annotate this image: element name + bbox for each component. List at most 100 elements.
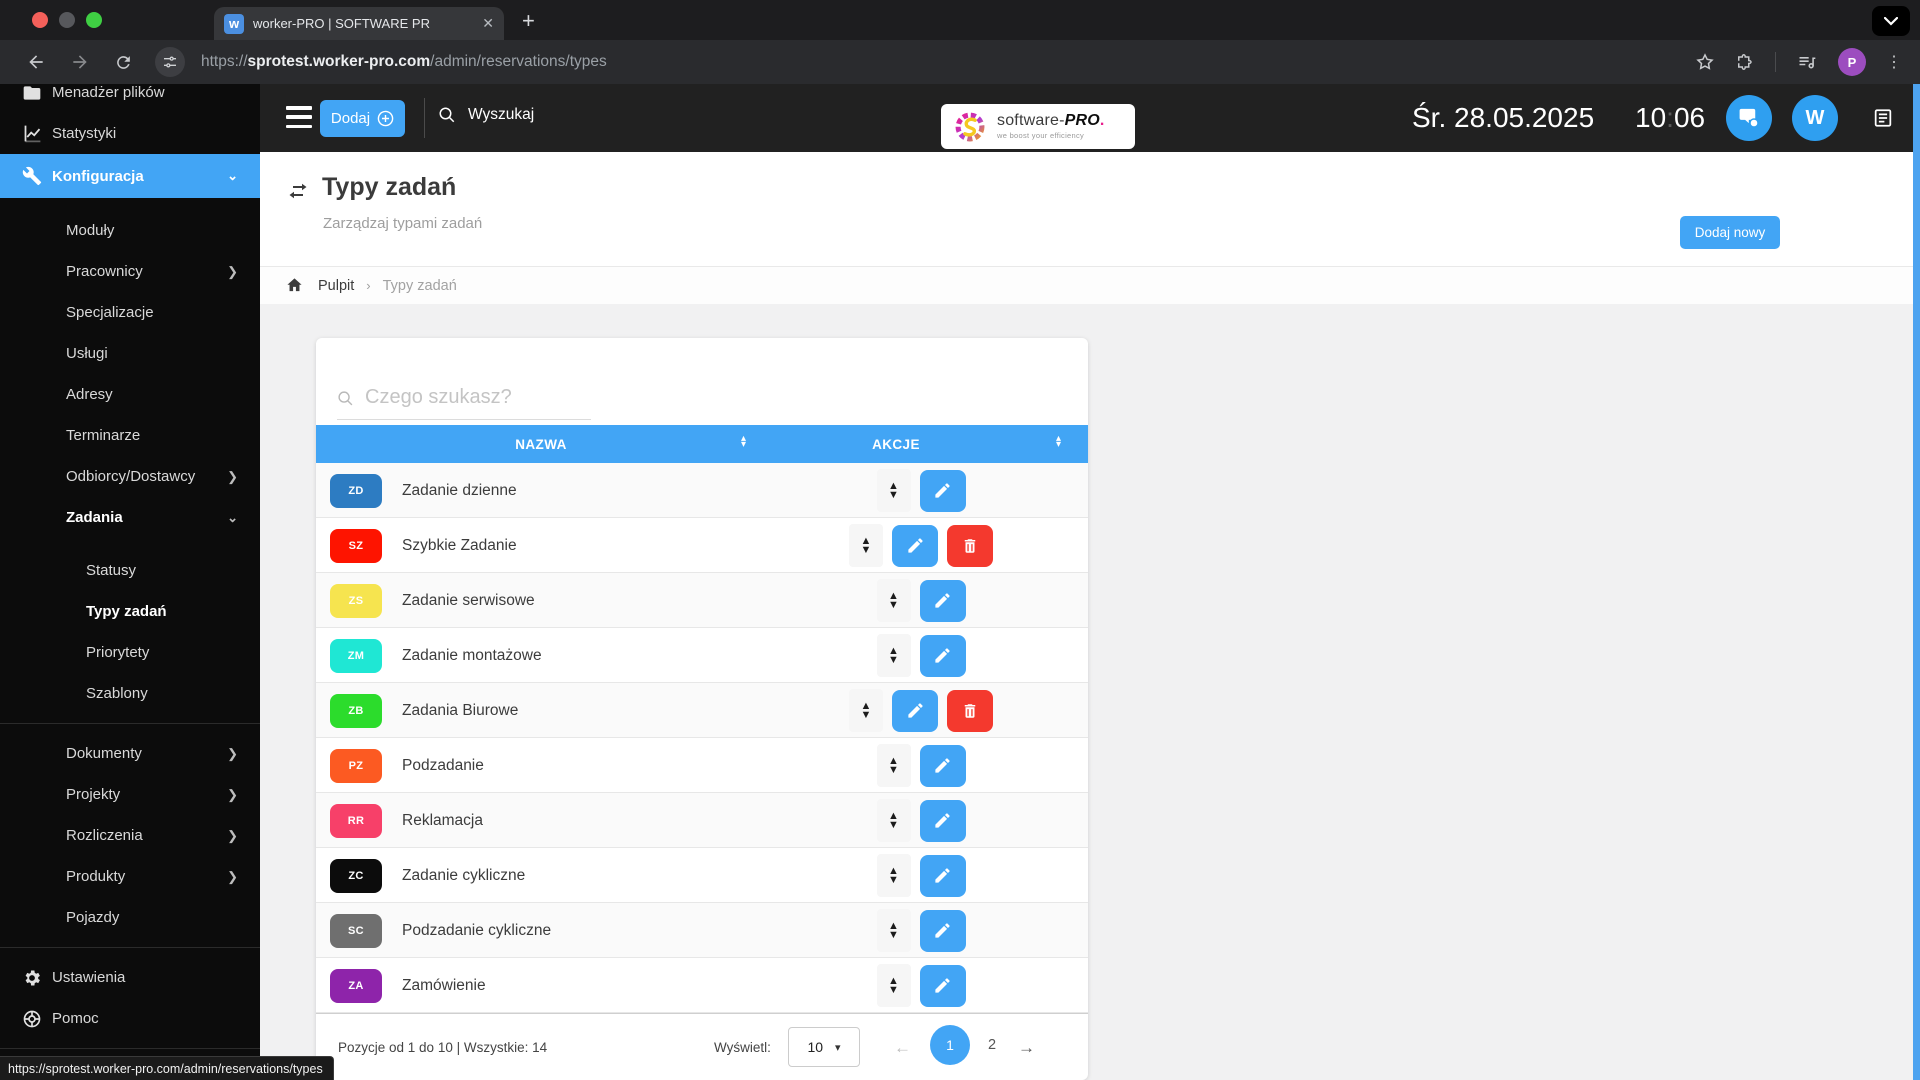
task-type-name: Zadanie montażowe bbox=[402, 647, 542, 664]
search-icon bbox=[337, 390, 354, 407]
sidebar-item-adresy[interactable]: Adresy bbox=[0, 374, 260, 415]
sidebar-item-produkty[interactable]: Produkty ❯ bbox=[0, 856, 260, 897]
hamburger-menu-icon[interactable] bbox=[286, 106, 312, 128]
window-minimize-button[interactable] bbox=[59, 12, 75, 28]
bookmark-star-icon[interactable] bbox=[1695, 52, 1715, 72]
edit-button[interactable] bbox=[919, 744, 966, 787]
back-icon[interactable] bbox=[26, 52, 46, 72]
page-scrollbar[interactable] bbox=[1913, 84, 1920, 1080]
sidebar-item-dokumenty[interactable]: Dokumenty ❯ bbox=[0, 733, 260, 774]
browser-menu-kebab-icon[interactable]: ⋮ bbox=[1886, 52, 1902, 72]
sidebar-item-odbiorcy-dostawcy[interactable]: Odbiorcy/Dostawcy ❯ bbox=[0, 456, 260, 497]
sort-icon[interactable]: ▴ ▾ bbox=[741, 434, 746, 449]
home-icon[interactable] bbox=[285, 277, 304, 294]
sidebar-item-statusy[interactable]: Statusy bbox=[0, 550, 260, 591]
sidebar-item-specjalizacje[interactable]: Specjalizacje bbox=[0, 292, 260, 333]
url-text[interactable]: https://sprotest.worker-pro.com/admin/re… bbox=[201, 53, 607, 71]
edit-button[interactable] bbox=[919, 964, 966, 1007]
tab-close-icon[interactable]: ✕ bbox=[482, 15, 494, 32]
edit-button[interactable] bbox=[919, 634, 966, 677]
sidebar-item-priorytety[interactable]: Priorytety bbox=[0, 632, 260, 673]
chevron-right-icon: ❯ bbox=[227, 868, 238, 884]
media-queue-icon[interactable] bbox=[1796, 52, 1818, 72]
sidebar-item-statystyki[interactable]: Statystyki bbox=[0, 113, 260, 154]
pagination-next-icon[interactable]: → bbox=[1018, 1038, 1035, 1058]
site-info-icon[interactable] bbox=[155, 47, 185, 77]
window-zoom-button[interactable] bbox=[86, 12, 102, 28]
page-size-label: Wyświetl: bbox=[714, 1040, 771, 1055]
reorder-stepper[interactable]: ▲ ▼ bbox=[876, 964, 911, 1007]
delete-button[interactable] bbox=[947, 524, 993, 567]
sidebar-divider bbox=[0, 947, 260, 948]
edit-button[interactable] bbox=[892, 689, 938, 732]
sidebar-item-rozliczenia[interactable]: Rozliczenia ❯ bbox=[0, 815, 260, 856]
sidebar-item-moduly[interactable]: Moduły bbox=[0, 210, 260, 251]
edit-button[interactable] bbox=[919, 854, 966, 897]
edit-button[interactable] bbox=[919, 909, 966, 952]
reorder-stepper[interactable]: ▲ ▼ bbox=[849, 524, 883, 567]
task-type-badge: ZS bbox=[330, 584, 382, 618]
reorder-stepper[interactable]: ▲ ▼ bbox=[876, 634, 911, 677]
pagination-prev-icon[interactable]: ← bbox=[894, 1038, 911, 1058]
sidebar-item-label: Konfiguracja bbox=[52, 167, 144, 185]
row-actions: ▲ ▼ bbox=[821, 744, 1021, 787]
user-avatar[interactable]: W bbox=[1792, 95, 1838, 141]
table-body: ZD Zadanie dzienne ▲ ▼ SZ Szybkie Zadanie ▲ ▼ ZS… bbox=[316, 463, 1088, 1013]
tab-overflow-chevron-icon[interactable] bbox=[1872, 6, 1910, 36]
pagination-page-1[interactable]: 1 bbox=[930, 1025, 970, 1065]
sidebar-item-typy-zadan[interactable]: Typy zadań bbox=[0, 591, 260, 632]
page-size-select[interactable]: 10 ▾ bbox=[788, 1027, 860, 1067]
extensions-icon[interactable] bbox=[1735, 52, 1755, 72]
global-search[interactable]: Wyszukaj bbox=[438, 106, 534, 124]
reload-icon[interactable] bbox=[114, 53, 133, 72]
chat-bubbles-icon bbox=[1739, 108, 1759, 128]
sidebar-item-szablony[interactable]: Szablony bbox=[0, 673, 260, 714]
table-search-input[interactable] bbox=[337, 386, 591, 420]
new-tab-button[interactable]: + bbox=[522, 8, 535, 34]
table-row: ZA Zamówienie ▲ ▼ bbox=[316, 958, 1088, 1013]
wrench-icon bbox=[22, 165, 44, 187]
breadcrumb-home-link[interactable]: Pulpit bbox=[318, 278, 354, 294]
table-row: ZB Zadania Biurowe ▲ ▼ bbox=[316, 683, 1088, 738]
sidebar-item-pojazdy[interactable]: Pojazdy bbox=[0, 897, 260, 938]
sidebar-item-label: Odbiorcy/Dostawcy bbox=[66, 468, 196, 485]
window-close-button[interactable] bbox=[32, 12, 48, 28]
sidebar-item-ustawienia[interactable]: Ustawienia bbox=[0, 957, 260, 998]
sidebar-item-pracownicy[interactable]: Pracownicy ❯ bbox=[0, 251, 260, 292]
screen: w worker-PRO | SOFTWARE PR ✕ + https://s… bbox=[0, 0, 1920, 1080]
folder-icon bbox=[22, 84, 44, 104]
add-button[interactable]: Dodaj bbox=[320, 100, 405, 137]
column-header-name[interactable]: NAZWA bbox=[316, 437, 766, 452]
sidebar-item-zadania[interactable]: Zadania ⌄ bbox=[0, 497, 260, 538]
sidebar-item-konfiguracja[interactable]: Konfiguracja ⌄ bbox=[0, 154, 260, 198]
edit-button[interactable] bbox=[919, 799, 966, 842]
task-type-badge: RR bbox=[330, 804, 382, 838]
forward-icon[interactable] bbox=[70, 52, 90, 72]
chat-button[interactable] bbox=[1726, 95, 1772, 141]
browser-profile-avatar[interactable]: P bbox=[1838, 48, 1866, 76]
reorder-stepper[interactable]: ▲ ▼ bbox=[876, 909, 911, 952]
sort-icon[interactable]: ▴ ▾ bbox=[1056, 434, 1061, 449]
reorder-stepper[interactable]: ▲ ▼ bbox=[876, 469, 911, 512]
browser-tab[interactable]: w worker-PRO | SOFTWARE PR ✕ bbox=[214, 7, 504, 40]
column-header-actions[interactable]: AKCJE bbox=[766, 437, 1026, 452]
reorder-stepper[interactable]: ▲ ▼ bbox=[849, 689, 883, 732]
reorder-stepper[interactable]: ▲ ▼ bbox=[876, 854, 911, 897]
panel-list-icon[interactable] bbox=[1872, 107, 1894, 129]
sidebar-item-menadzer-plikow[interactable]: Menadżer plików bbox=[0, 84, 260, 113]
header-date: Śr. 28.05.2025 bbox=[1412, 102, 1595, 133]
reorder-stepper[interactable]: ▲ ▼ bbox=[876, 799, 911, 842]
row-actions: ▲ ▼ bbox=[821, 524, 1021, 567]
add-new-button[interactable]: Dodaj nowy bbox=[1680, 216, 1780, 249]
sidebar-item-pomoc[interactable]: Pomoc bbox=[0, 998, 260, 1039]
edit-button[interactable] bbox=[919, 579, 966, 622]
sidebar-item-uslugi[interactable]: Usługi bbox=[0, 333, 260, 374]
sidebar-item-projekty[interactable]: Projekty ❯ bbox=[0, 774, 260, 815]
pagination-page-2[interactable]: 2 bbox=[988, 1037, 996, 1053]
sidebar-item-terminarze[interactable]: Terminarze bbox=[0, 415, 260, 456]
reorder-stepper[interactable]: ▲ ▼ bbox=[876, 579, 911, 622]
edit-button[interactable] bbox=[892, 524, 938, 567]
delete-button[interactable] bbox=[947, 689, 993, 732]
edit-button[interactable] bbox=[919, 469, 966, 512]
reorder-stepper[interactable]: ▲ ▼ bbox=[876, 744, 911, 787]
